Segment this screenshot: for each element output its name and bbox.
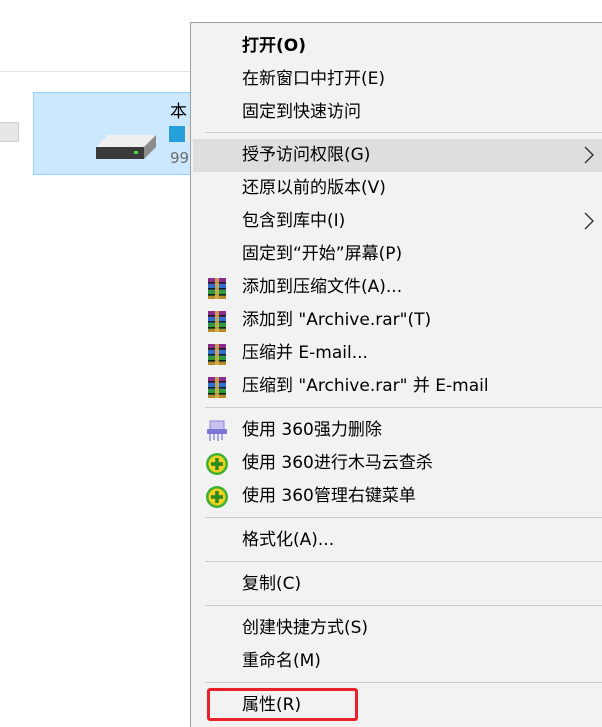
menu-separator bbox=[205, 561, 602, 562]
menu-item-create-shortcut[interactable]: 创建快捷方式(S) bbox=[193, 612, 602, 645]
menu-item-label: 使用 360进行木马云查杀 bbox=[242, 453, 433, 473]
drive-tile-selected[interactable]: 本 99 bbox=[33, 92, 204, 175]
scrollbar-stub[interactable] bbox=[0, 122, 19, 142]
menu-item-open-new-window[interactable]: 在新窗口中打开(E) bbox=[193, 63, 602, 96]
menu-item-label: 创建快捷方式(S) bbox=[242, 618, 369, 638]
menu-item-pin-start[interactable]: 固定到“开始”屏幕(P) bbox=[193, 238, 602, 271]
chevron-right-icon bbox=[584, 212, 594, 230]
winrar-icon bbox=[208, 344, 226, 365]
menu-separator bbox=[205, 605, 602, 606]
menu-item-label: 重命名(M) bbox=[242, 651, 321, 671]
menu-item-label: 授予访问权限(G) bbox=[242, 145, 371, 165]
menu-item-label: 固定到“开始”屏幕(P) bbox=[242, 244, 403, 264]
menu-item-label: 使用 360强力删除 bbox=[242, 420, 382, 440]
menu-item-label: 包含到库中(I) bbox=[242, 211, 346, 231]
winrar-icon bbox=[208, 311, 226, 332]
menu-item-label: 添加到 "Archive.rar"(T) bbox=[242, 310, 432, 330]
menu-item-add-to-archive[interactable]: 添加到压缩文件(A)... bbox=[193, 271, 602, 304]
shredder-icon bbox=[207, 420, 227, 441]
menu-item-label: 格式化(A)... bbox=[242, 530, 335, 550]
menu-item-label: 复制(C) bbox=[242, 574, 302, 594]
menu-item-add-to-archive-rar[interactable]: 添加到 "Archive.rar"(T) bbox=[193, 304, 602, 337]
menu-item-compress-email[interactable]: 压缩并 E-mail... bbox=[193, 337, 602, 370]
menu-item-label: 添加到压缩文件(A)... bbox=[242, 277, 403, 297]
menu-separator bbox=[205, 682, 602, 683]
annotation-highlight-box bbox=[207, 688, 358, 721]
menu-item-include-in-library[interactable]: 包含到库中(I) bbox=[193, 205, 602, 238]
menu-item-label: 固定到快速访问 bbox=[242, 102, 361, 122]
menu-separator bbox=[205, 407, 602, 408]
menu-item-360-manage-menu[interactable]: 使用 360管理右键菜单 bbox=[193, 480, 602, 513]
menu-item-compress-rar-email[interactable]: 压缩到 "Archive.rar" 并 E-mail bbox=[193, 370, 602, 403]
menu-item-360-force-delete[interactable]: 使用 360强力删除 bbox=[193, 414, 602, 447]
menu-separator bbox=[205, 132, 602, 133]
drive-free-space: 99 bbox=[170, 149, 190, 167]
menu-item-restore-versions[interactable]: 还原以前的版本(V) bbox=[193, 172, 602, 205]
winrar-icon bbox=[208, 278, 226, 299]
menu-item-label: 打开(O) bbox=[242, 36, 306, 56]
menu-item-360-trojan-scan[interactable]: 使用 360进行木马云查杀 bbox=[193, 447, 602, 480]
window-divider bbox=[0, 71, 192, 72]
drive-name: 本 bbox=[170, 102, 187, 122]
360-security-icon bbox=[206, 486, 228, 508]
menu-item-label: 压缩到 "Archive.rar" 并 E-mail bbox=[242, 376, 489, 396]
winrar-icon bbox=[208, 377, 226, 398]
chevron-right-icon bbox=[584, 146, 594, 164]
menu-item-label: 还原以前的版本(V) bbox=[242, 178, 386, 198]
menu-item-grant-access[interactable]: 授予访问权限(G) bbox=[193, 139, 602, 172]
context-menu: 打开(O) 在新窗口中打开(E) 固定到快速访问 授予访问权限(G) 还原以前的… bbox=[190, 22, 602, 727]
menu-item-rename[interactable]: 重命名(M) bbox=[193, 645, 602, 678]
menu-item-label: 在新窗口中打开(E) bbox=[242, 69, 386, 89]
drive-usage-fill bbox=[169, 126, 185, 142]
menu-item-format[interactable]: 格式化(A)... bbox=[193, 524, 602, 557]
360-security-icon bbox=[206, 453, 228, 475]
menu-item-open[interactable]: 打开(O) bbox=[193, 30, 602, 63]
menu-item-label: 使用 360管理右键菜单 bbox=[242, 486, 416, 506]
menu-item-label: 压缩并 E-mail... bbox=[242, 343, 368, 363]
menu-item-copy[interactable]: 复制(C) bbox=[193, 568, 602, 601]
menu-item-pin-quick-access[interactable]: 固定到快速访问 bbox=[193, 96, 602, 129]
hard-drive-icon bbox=[96, 135, 156, 159]
menu-separator bbox=[205, 517, 602, 518]
